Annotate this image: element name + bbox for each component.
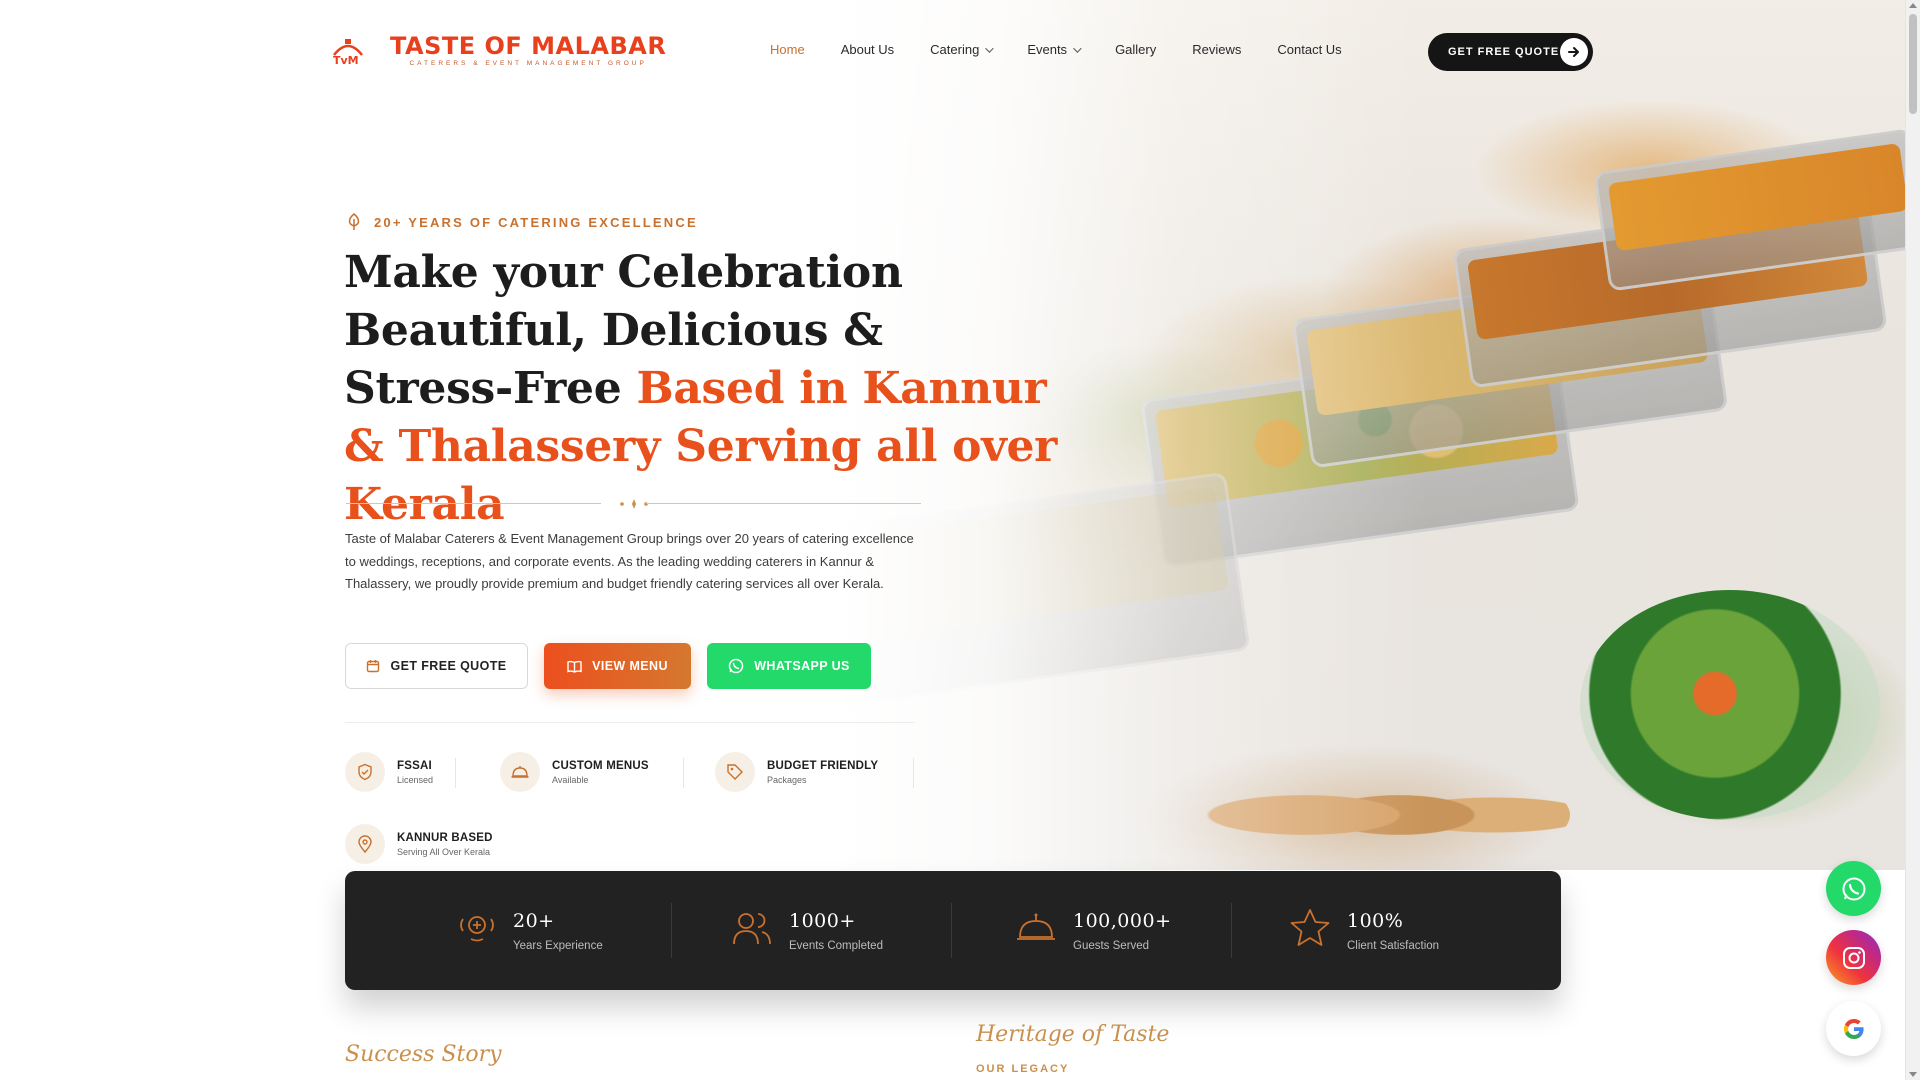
feature-subtitle: Serving All Over Kerala: [397, 846, 491, 857]
stat-separator: [671, 903, 672, 958]
whatsapp-us-label: WHATSAPP US: [754, 659, 850, 673]
calendar-icon: [367, 660, 380, 673]
nav-events[interactable]: Events: [1027, 42, 1082, 57]
nav-home[interactable]: Home: [770, 42, 805, 57]
chevron-down-icon: [985, 43, 994, 53]
view-menu-button[interactable]: VIEW MENU: [544, 643, 691, 689]
google-icon: [1843, 1018, 1864, 1039]
floating-google-button[interactable]: [1826, 1001, 1881, 1056]
cloche-icon: [1015, 911, 1057, 950]
stat-value: 20+: [513, 909, 555, 932]
success-story-heading: Success Story: [345, 1042, 502, 1067]
feature-subtitle: Packages: [767, 774, 807, 785]
whatsapp-us-button[interactable]: WHATSAPP US: [707, 643, 871, 689]
arrow-right-icon: [1560, 38, 1588, 66]
tag-icon: [715, 752, 755, 792]
stat-label: Guests Served: [1073, 939, 1150, 952]
scrollbar-thumb[interactable]: [1909, 14, 1917, 114]
award-icon: [457, 909, 497, 952]
book-icon: [567, 660, 582, 673]
hero-cta-group: GET FREE QUOTE VIEW MENU WHATSAPP US: [345, 643, 871, 689]
section-divider: [345, 722, 915, 723]
star-icon: [1289, 908, 1331, 953]
svg-text:TvM: TvM: [333, 54, 359, 67]
map-pin-icon: [345, 824, 385, 864]
get-free-quote-button[interactable]: GET FREE QUOTE: [345, 643, 528, 689]
brand-logo[interactable]: TvM TASTE OF MALABAR CATERERS & EVENT MA…: [330, 33, 666, 67]
heritage-heading: Heritage of Taste: [976, 1022, 1170, 1047]
nav-reviews[interactable]: Reviews: [1192, 42, 1241, 57]
instagram-icon: [1842, 946, 1865, 969]
feature-fssai: FSSAI Licensed: [345, 752, 433, 792]
floating-whatsapp-button[interactable]: [1826, 861, 1881, 916]
our-legacy-label: OUR LEGACY: [976, 1063, 1070, 1075]
scroll-down-icon[interactable]: [1909, 1072, 1917, 1077]
nav-gallery[interactable]: Gallery: [1115, 42, 1156, 57]
feature-subtitle: Available: [552, 774, 589, 785]
stat-label: Client Satisfaction: [1347, 939, 1440, 952]
feature-title: FSSAI: [397, 759, 432, 772]
stat-guests: 100,000+ Guests Served: [1015, 871, 1172, 990]
nav-about-us[interactable]: About Us: [841, 42, 894, 57]
chevron-down-icon: [1073, 43, 1082, 53]
hero-tagline: 20+ YEARS OF CATERING EXCELLENCE: [346, 213, 698, 231]
view-menu-label: VIEW MENU: [592, 659, 668, 673]
nav-contact-us[interactable]: Contact Us: [1277, 42, 1341, 57]
ornamental-divider: [346, 498, 921, 510]
whatsapp-icon: [728, 658, 744, 674]
shield-check-icon: [345, 752, 385, 792]
get-free-quote-label: GET FREE QUOTE: [390, 659, 507, 673]
cloche-icon: [500, 752, 540, 792]
ornament-icon: [620, 499, 648, 509]
stat-separator: [951, 903, 952, 958]
nav-catering-label: Catering: [930, 42, 980, 57]
feature-title: CUSTOM MENUS: [552, 759, 649, 772]
stat-separator: [1231, 903, 1232, 958]
feature-title: KANNUR BASED: [397, 831, 493, 844]
nav-catering[interactable]: Catering: [930, 42, 994, 57]
brand-name: TASTE OF MALABAR: [390, 32, 667, 60]
hero-intro-text: Taste of Malabar Caterers & Event Manage…: [345, 531, 914, 591]
leaf-icon: [348, 213, 360, 230]
header-get-quote-button[interactable]: GET FREE QUOTE: [1428, 33, 1593, 71]
stat-label: Events Completed: [789, 939, 883, 952]
feature-custom-menus: CUSTOM MENUS Available: [500, 752, 649, 792]
feature-title: BUDGET FRIENDLY: [767, 759, 879, 772]
main-nav: Home About Us Catering Events Gallery Re…: [770, 42, 1378, 57]
brand-subtitle: CATERERS & EVENT MANAGEMENT GROUP: [409, 60, 647, 67]
scroll-up-icon[interactable]: [1909, 3, 1917, 8]
hero-tagline-text: 20+ YEARS OF CATERING EXCELLENCE: [374, 214, 698, 230]
feature-kannur-based: KANNUR BASED Serving All Over Kerala: [345, 824, 493, 864]
hero-headline: Make your Celebration Beautiful, Delicio…: [344, 244, 1064, 534]
nav-events-label: Events: [1027, 42, 1068, 57]
page-scrollbar[interactable]: [1905, 0, 1920, 1080]
feature-subtitle: Licensed: [397, 774, 434, 785]
stat-years: 20+ Years Experience: [457, 871, 603, 990]
whatsapp-icon: [1842, 877, 1865, 900]
header-get-quote-label: GET FREE QUOTE: [1448, 46, 1560, 58]
stat-satisfaction: 100% Client Satisfaction: [1289, 871, 1439, 990]
stat-events: 1000+ Events Completed: [731, 871, 883, 990]
users-icon: [731, 909, 773, 952]
logo-mark-icon: TvM: [330, 33, 366, 67]
stat-value: 1000+: [789, 909, 856, 932]
stat-label: Years Experience: [513, 939, 603, 952]
feature-budget-friendly: BUDGET FRIENDLY Packages: [715, 752, 878, 792]
stat-value: 100,000+: [1073, 909, 1172, 932]
site-header: TvM TASTE OF MALABAR CATERERS & EVENT MA…: [0, 0, 1905, 100]
floating-instagram-button[interactable]: [1826, 930, 1881, 985]
stats-bar: 20+ Years Experience 1000+ Events Comple…: [345, 871, 1561, 990]
stat-value: 100%: [1347, 909, 1404, 932]
